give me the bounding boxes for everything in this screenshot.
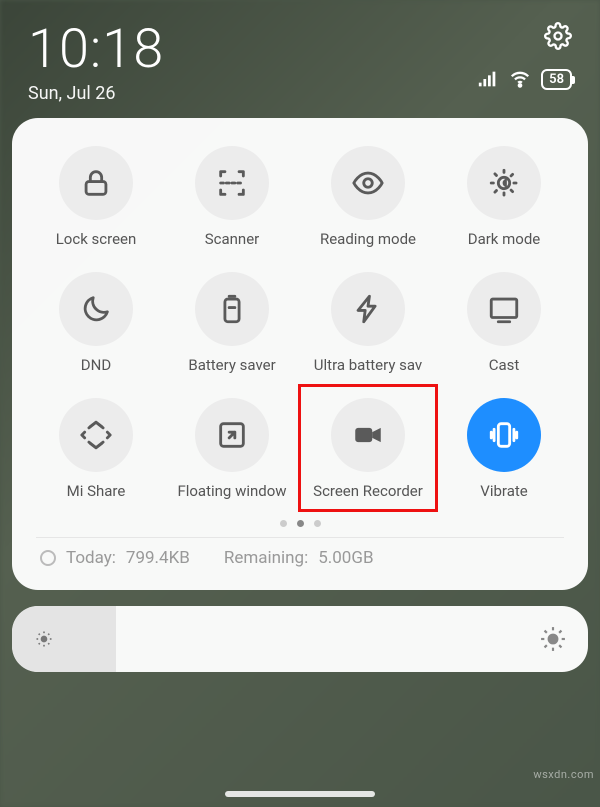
battery-icon[interactable] xyxy=(195,272,269,346)
page-dot[interactable] xyxy=(314,520,321,527)
brightness-track xyxy=(12,606,116,672)
tile-label: Scanner xyxy=(205,230,260,248)
tile-label: Lock screen xyxy=(56,230,137,248)
moon-icon[interactable] xyxy=(59,272,133,346)
page-dot[interactable] xyxy=(280,520,287,527)
battery-percent: 58 xyxy=(549,72,564,87)
quick-settings-panel: Lock screen Scanner Reading mode Dark mode D… xyxy=(12,118,588,590)
tile-battery-saver[interactable]: Battery saver xyxy=(168,272,296,374)
dark-icon[interactable] xyxy=(467,146,541,220)
tile-ultra-battery[interactable]: Ultra battery sav xyxy=(304,272,432,374)
scanner-icon[interactable] xyxy=(195,146,269,220)
tile-mi-share[interactable]: Mi Share xyxy=(32,398,160,500)
tile-reading-mode[interactable]: Reading mode xyxy=(304,146,432,248)
cast-icon[interactable] xyxy=(467,272,541,346)
tile-screen-recorder[interactable]: Screen Recorder xyxy=(304,398,432,500)
status-bar: 10:18 Sun, Jul 26 58 xyxy=(0,0,600,112)
page-dot[interactable] xyxy=(297,520,304,527)
video-icon[interactable] xyxy=(331,398,405,472)
page-indicator[interactable] xyxy=(32,520,568,527)
tile-label: Floating window xyxy=(177,482,286,500)
brightness-slider[interactable] xyxy=(12,606,588,672)
clock-date[interactable]: Sun, Jul 26 xyxy=(28,83,164,104)
vibrate-icon[interactable] xyxy=(467,398,541,472)
remaining-label: Remaining: xyxy=(224,548,308,568)
watermark: wsxdn.com xyxy=(533,768,594,781)
tile-label: Screen Recorder xyxy=(313,482,423,500)
lock-icon[interactable] xyxy=(59,146,133,220)
tile-label: Dark mode xyxy=(468,230,541,248)
tile-dnd[interactable]: DND xyxy=(32,272,160,374)
brightness-low-icon xyxy=(34,629,54,649)
remaining-value: 5.00GB xyxy=(318,548,373,568)
tile-label: Reading mode xyxy=(320,230,416,248)
eye-icon[interactable] xyxy=(331,146,405,220)
bolt-icon[interactable] xyxy=(331,272,405,346)
clock-time[interactable]: 10:18 xyxy=(28,18,164,81)
today-value: 799.4KB xyxy=(126,548,190,568)
battery-indicator: 58 xyxy=(541,69,572,90)
data-usage-icon xyxy=(40,550,56,566)
today-label: Today: xyxy=(66,548,116,568)
tile-label: Battery saver xyxy=(188,356,275,374)
tile-label: Ultra battery sav xyxy=(314,356,422,374)
tile-scanner[interactable]: Scanner xyxy=(168,146,296,248)
tile-dark-mode[interactable]: Dark mode xyxy=(440,146,568,248)
share-icon[interactable] xyxy=(59,398,133,472)
tile-cast[interactable]: Cast xyxy=(440,272,568,374)
navigation-pill[interactable] xyxy=(225,791,375,797)
status-indicators: 58 xyxy=(477,68,572,90)
tile-lock-screen[interactable]: Lock screen xyxy=(32,146,160,248)
tile-label: DND xyxy=(81,356,111,374)
settings-gear-icon[interactable] xyxy=(544,22,572,50)
tile-label: Vibrate xyxy=(480,482,527,500)
signal-icon xyxy=(477,68,499,90)
brightness-high-icon xyxy=(540,626,566,652)
float-icon[interactable] xyxy=(195,398,269,472)
data-usage-row[interactable]: Today: 799.4KB Remaining: 5.00GB xyxy=(32,548,568,572)
tile-label: Cast xyxy=(489,356,520,374)
tile-floating-window[interactable]: Floating window xyxy=(168,398,296,500)
tile-vibrate[interactable]: Vibrate xyxy=(440,398,568,500)
divider xyxy=(36,537,564,538)
tile-label: Mi Share xyxy=(67,482,126,500)
wifi-icon xyxy=(509,68,531,90)
